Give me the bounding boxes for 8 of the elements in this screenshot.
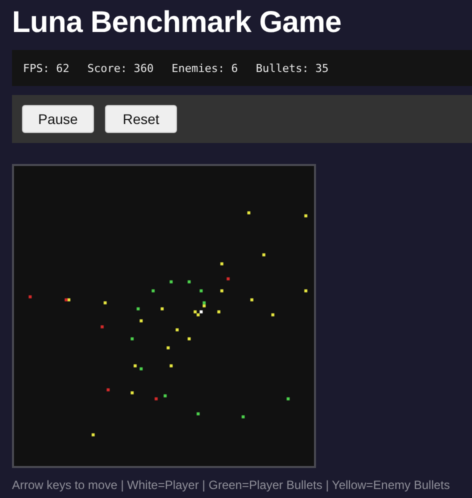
- stat-text: Enemies: 6: [172, 62, 238, 74]
- stat-text: FPS: 62: [23, 62, 70, 74]
- legend-text: Arrow keys to move | White=Player | Green=Player Bullets | Yellow=Enemy Bullets: [12, 478, 451, 492]
- reset-button[interactable]: Reset: [105, 105, 177, 133]
- stat-text: Bullets: 35: [256, 62, 329, 74]
- stat-text: Score: 360: [87, 62, 154, 74]
- page-title: Luna Benchmark Game: [12, 6, 342, 40]
- pause-button[interactable]: Pause: [22, 105, 94, 133]
